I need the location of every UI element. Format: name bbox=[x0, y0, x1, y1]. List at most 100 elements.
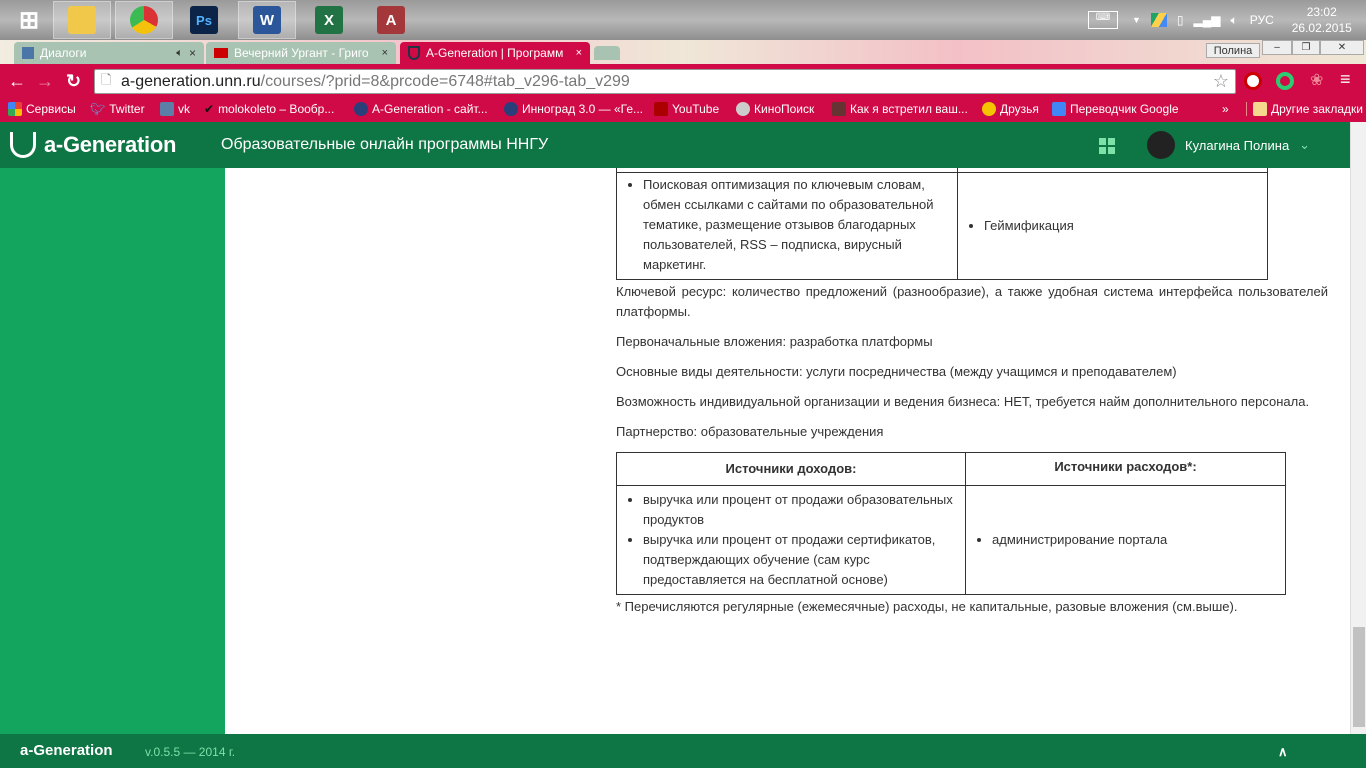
bird-icon: ✔ bbox=[204, 102, 215, 116]
translate-icon bbox=[1052, 102, 1066, 116]
taskbar-explorer[interactable] bbox=[53, 1, 111, 39]
bookmarks-overflow[interactable]: » bbox=[1222, 102, 1229, 116]
restore-button[interactable]: ❐ bbox=[1292, 40, 1320, 55]
scrollbar-thumb[interactable] bbox=[1353, 627, 1365, 727]
taskbar-photoshop[interactable]: Ps bbox=[175, 1, 233, 39]
browser-toolbar: ← → ↻ 🗋 a-generation.unn.ru/courses/?pri… bbox=[0, 64, 1366, 98]
scroll-to-top-button[interactable]: ∧ bbox=[1278, 744, 1288, 760]
user-menu[interactable]: Кулагина Полина ⌄ bbox=[1147, 131, 1310, 159]
word-icon: W bbox=[253, 6, 281, 34]
bookmark-innograd[interactable]: Инноград 3.0 — «Ге... bbox=[504, 102, 643, 116]
bookmark-star-icon[interactable]: ☆ bbox=[1213, 71, 1229, 92]
windows-taskbar: ⊞ Ps W X A ⌨ ▼ ▯ ▂▄▆ 🔈︎ РУС 23:02 26.02.2… bbox=[0, 0, 1366, 40]
apps-grid-icon[interactable] bbox=[1099, 138, 1115, 154]
taskbar-excel[interactable]: X bbox=[300, 1, 358, 39]
tray-expand-icon[interactable]: ▼ bbox=[1132, 15, 1141, 25]
unn-icon bbox=[354, 102, 368, 116]
unn-icon bbox=[408, 46, 420, 60]
table-cell: Геймификация bbox=[957, 172, 1268, 280]
bookmark-label: КиноПоиск bbox=[754, 102, 815, 116]
url-path: /courses/?prid=8&prcode=6748#tab_v296-ta… bbox=[260, 72, 630, 90]
table-row: выручка или процент от продажи образоват… bbox=[616, 485, 1286, 595]
paragraph: Первоначальные вложения: разработка плат… bbox=[616, 334, 933, 349]
other-bookmarks[interactable]: Другие закладки bbox=[1246, 102, 1363, 116]
volume-icon[interactable]: 🔈︎ bbox=[1231, 13, 1238, 28]
bookmarks-bar: Сервисы 🐦︎ Twitter vk ✔ molokoleto – Вообр… bbox=[0, 98, 1366, 122]
keyboard-icon[interactable]: ⌨ bbox=[1088, 11, 1118, 29]
bookmark-molokoleto[interactable]: ✔ molokoleto – Вообр... bbox=[204, 102, 334, 116]
menu-icon[interactable]: ≡ bbox=[1340, 69, 1351, 90]
date: 26.02.2015 bbox=[1291, 21, 1352, 35]
film-reel-icon bbox=[736, 102, 750, 116]
new-tab-button[interactable] bbox=[594, 46, 620, 60]
folder-icon bbox=[68, 6, 96, 34]
tab-close-icon[interactable]: × bbox=[382, 47, 388, 59]
bookmark-label: Переводчик Google bbox=[1070, 102, 1179, 116]
bookmark-youtube[interactable]: YouTube bbox=[654, 102, 719, 116]
unn-logo-icon bbox=[10, 132, 36, 158]
address-bar[interactable]: 🗋 a-generation.unn.ru/courses/?prid=8&pr… bbox=[94, 69, 1236, 94]
footer-logo: a-Generation bbox=[20, 742, 113, 759]
google-drive-icon[interactable] bbox=[1150, 13, 1167, 27]
tab-a-generation[interactable]: A-Generation | Программ × bbox=[400, 42, 590, 64]
clock[interactable]: 23:02 26.02.2015 bbox=[1292, 4, 1352, 36]
youtube-icon bbox=[654, 102, 668, 116]
list-item: Геймификация bbox=[984, 216, 1261, 236]
twitter-icon: 🐦︎ bbox=[90, 102, 106, 116]
forward-button[interactable]: → bbox=[36, 71, 54, 92]
signal-icon[interactable]: ▂▄▆ bbox=[1194, 13, 1221, 27]
paw-icon[interactable]: ❀ bbox=[1310, 70, 1323, 90]
bookmark-a-generation[interactable]: A-Generation - сайт... bbox=[354, 102, 488, 116]
himym-icon bbox=[832, 102, 846, 116]
close-window-button[interactable]: ✕ bbox=[1320, 40, 1364, 55]
tab-close-icon[interactable]: × bbox=[576, 47, 582, 59]
tab-label: A-Generation | Программ bbox=[426, 46, 564, 60]
bookmark-kinopoisk[interactable]: КиноПоиск bbox=[736, 102, 814, 116]
profile-button[interactable]: Полина bbox=[1206, 43, 1260, 58]
logo-text: a-Generation bbox=[44, 132, 177, 157]
reload-button[interactable]: ↻ bbox=[66, 71, 81, 92]
scrollbar[interactable] bbox=[1350, 122, 1366, 768]
back-button[interactable]: ← bbox=[8, 71, 26, 92]
minimize-button[interactable]: – bbox=[1262, 40, 1292, 55]
tab-label: Вечерний Ургант - Григо bbox=[234, 46, 369, 60]
footer: a-Generation v.0.5.5 — 2014 г. ∧ bbox=[0, 734, 1366, 768]
start-button[interactable]: ⊞ bbox=[0, 1, 58, 39]
bookmark-friends[interactable]: Друзья bbox=[982, 102, 1039, 116]
language-indicator[interactable]: РУС bbox=[1250, 13, 1274, 27]
battery-icon[interactable]: ▯ bbox=[1177, 13, 1184, 27]
bookmark-label: Инноград 3.0 — «Ге... bbox=[522, 102, 644, 116]
taskbar-word[interactable]: W bbox=[238, 1, 296, 39]
table-cell: администрирование портала bbox=[965, 485, 1286, 595]
taskbar-chrome[interactable] bbox=[115, 1, 173, 39]
bookmark-label: Как я встретил ваш... bbox=[850, 102, 968, 116]
paragraph: Ключевой ресурс: количество предложений … bbox=[616, 284, 1328, 319]
bookmark-translate[interactable]: Переводчик Google bbox=[1052, 102, 1179, 116]
bookmark-services[interactable]: Сервисы bbox=[8, 102, 76, 116]
bookmark-label: Другие закладки bbox=[1271, 102, 1363, 116]
smiley-icon bbox=[982, 102, 996, 116]
bookmark-twitter[interactable]: 🐦︎ Twitter bbox=[90, 102, 145, 116]
promotion-table: Поисковая оптимизация по ключевым словам… bbox=[616, 150, 1268, 280]
footnote: * Перечисляются регулярные (ежемесячные)… bbox=[616, 599, 1238, 614]
table-cell: выручка или процент от продажи образоват… bbox=[616, 485, 966, 595]
list-item: выручка или процент от продажи образоват… bbox=[643, 490, 959, 530]
taskbar-access[interactable]: A bbox=[362, 1, 420, 39]
avatar bbox=[1147, 131, 1175, 159]
bookmark-label: Друзья bbox=[1000, 102, 1039, 116]
tab-dialogs[interactable]: Диалоги 🔈︎ × bbox=[14, 42, 204, 64]
tab-urgant[interactable]: Вечерний Ургант - Григо × bbox=[206, 42, 396, 64]
tab-close-icon[interactable]: × bbox=[189, 46, 196, 60]
vk-icon bbox=[160, 102, 174, 116]
paragraph: Возможность индивидуальной организации и… bbox=[616, 394, 1310, 409]
extension-green-icon[interactable] bbox=[1276, 72, 1294, 90]
header-revenue: Источники доходов: bbox=[616, 452, 966, 486]
bookmark-vk[interactable]: vk bbox=[160, 102, 190, 116]
bookmark-label: Twitter bbox=[109, 102, 145, 116]
apps-grid-icon bbox=[8, 102, 22, 116]
url-host: a-generation.unn.ru bbox=[121, 72, 261, 90]
youtube-icon bbox=[214, 48, 228, 58]
bookmark-himym[interactable]: Как я встретил ваш... bbox=[832, 102, 968, 116]
adblock-icon[interactable] bbox=[1244, 72, 1262, 90]
app-logo[interactable]: a-Generation bbox=[10, 132, 176, 158]
